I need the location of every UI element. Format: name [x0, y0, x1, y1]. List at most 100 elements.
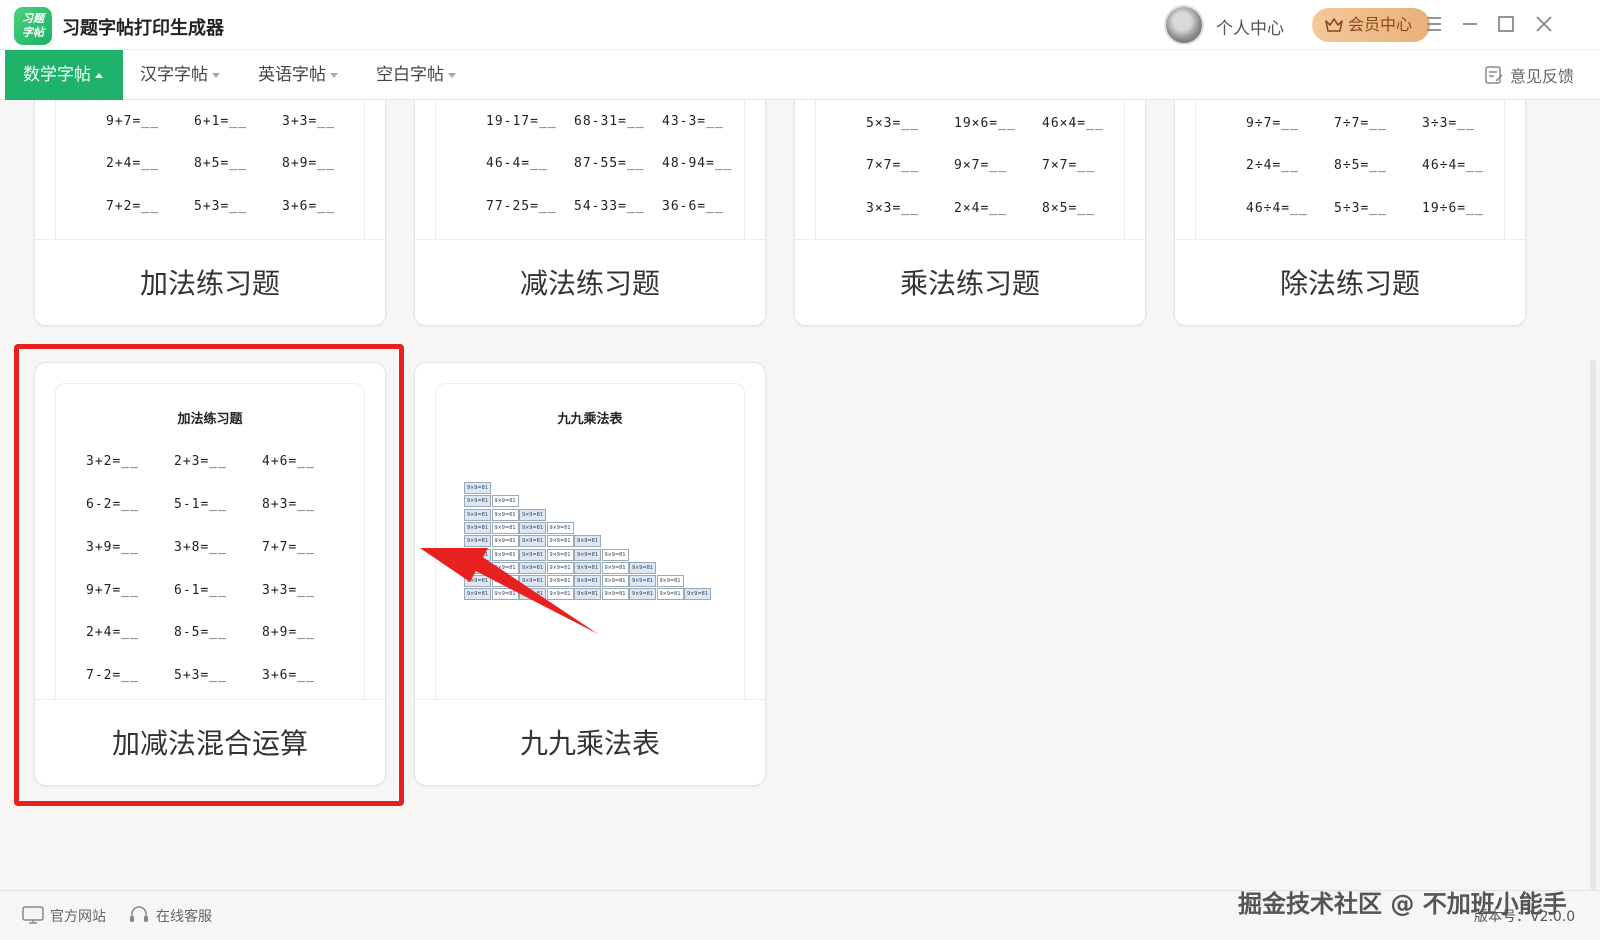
- sheet-title: 九九乘法表: [557, 412, 623, 427]
- problem-item: 9÷7=__: [1246, 116, 1299, 131]
- tab-chinese[interactable]: 汉字字帖: [140, 50, 220, 100]
- problem-item: 87-55=__: [574, 156, 645, 171]
- table-cell: 9×9=81: [464, 575, 491, 588]
- monitor-icon: [22, 906, 44, 924]
- problem-item: 19×6=__: [954, 116, 1016, 131]
- card-label: 九九乘法表: [519, 727, 660, 760]
- headset-icon: [130, 906, 148, 922]
- menu-button[interactable]: [1422, 12, 1446, 36]
- problem-item: 19÷6=__: [1422, 201, 1484, 216]
- card-multiplication[interactable]: 5×3=__ 19×6=__ 46×4=__ 7×7=__ 9×7=__ 7×7=__ 3×…: [794, 100, 1146, 326]
- tab-math[interactable]: 数学字帖: [5, 50, 123, 100]
- tab-math-label: 数学字帖: [23, 65, 91, 85]
- table-cell: 9×9=81: [464, 508, 491, 521]
- problem-item: 5+3=__: [194, 199, 247, 214]
- card-preview: 5×3=__ 19×6=__ 46×4=__ 7×7=__ 9×7=__ 7×7=__ 3×…: [815, 100, 1125, 240]
- problem-item: 9×7=__: [954, 158, 1007, 173]
- app-title: 习题字帖打印生成器: [62, 18, 224, 39]
- problem-item: 54-33=__: [574, 199, 645, 214]
- crown-icon: [1325, 18, 1343, 32]
- problem-item: 77-25=__: [486, 199, 557, 214]
- problem-item: 68-31=__: [574, 114, 645, 129]
- card-label: 减法练习题: [519, 267, 660, 300]
- avatar[interactable]: [1164, 5, 1204, 45]
- problem-item: 43-3=__: [662, 114, 724, 129]
- table-cell: 9×9=81: [491, 575, 519, 588]
- problem-item: 48-94=__: [662, 156, 733, 171]
- close-button[interactable]: [1532, 12, 1556, 36]
- official-website-link[interactable]: 官方网站: [22, 906, 106, 926]
- table-cell: 9×9=81: [464, 548, 491, 561]
- problem-item: 46-4=__: [486, 156, 548, 171]
- tab-english-label: 英语字帖: [258, 65, 326, 85]
- highlight-box: [14, 344, 404, 806]
- table-cell: 9×9=81: [464, 561, 491, 574]
- tab-blank-label: 空白字帖: [376, 65, 444, 85]
- problem-item: 19-17=__: [486, 114, 557, 129]
- table-cell: 9×9=81: [629, 588, 656, 601]
- table-cell: 9×9=81: [491, 508, 519, 521]
- table-cell: 9×9=81: [574, 535, 601, 548]
- problem-item: 8÷5=__: [1334, 158, 1387, 173]
- problem-item: 3+3=__: [282, 114, 335, 129]
- tab-blank[interactable]: 空白字帖: [376, 50, 456, 100]
- minimize-button[interactable]: [1458, 12, 1482, 36]
- card-label-area: 除法练习题: [1175, 239, 1525, 325]
- online-service-label: 在线客服: [156, 909, 212, 925]
- problem-item: 5÷3=__: [1334, 201, 1387, 216]
- table-cell: 9×9=81: [464, 521, 491, 534]
- table-cell: 9×9=81: [464, 535, 491, 548]
- vip-center-label: 会员中心: [1348, 15, 1413, 34]
- problem-item: 8+5=__: [194, 156, 247, 171]
- table-cell: 9×9=81: [629, 561, 656, 574]
- table-cell: 9×9=81: [601, 575, 629, 588]
- table-cell: 9×9=81: [491, 521, 519, 534]
- problem-item: 46÷4=__: [1422, 158, 1484, 173]
- caret-down-icon: [212, 72, 220, 78]
- vip-center-button[interactable]: 会员中心: [1312, 8, 1430, 42]
- close-icon: [1536, 16, 1552, 32]
- problem-item: 7+2=__: [106, 199, 159, 214]
- card-division[interactable]: 9÷7=__ 7÷7=__ 3÷3=__ 2÷4=__ 8÷5=__ 46÷4=__ 46÷…: [1174, 100, 1526, 326]
- table-cell: 9×9=81: [491, 535, 519, 548]
- problem-item: 46×4=__: [1042, 116, 1104, 131]
- feedback-button[interactable]: 意见反馈: [1484, 63, 1574, 87]
- table-cell: 9×9=81: [546, 548, 574, 561]
- table-cell: 9×9=81: [656, 575, 684, 588]
- problem-item: 7÷7=__: [1334, 116, 1387, 131]
- caret-up-icon: [95, 72, 103, 78]
- card-addition[interactable]: 9+7=__ 6+1=__ 3+3=__ 2+4=__ 8+5=__ 8+9=__ 7+2=…: [34, 100, 386, 326]
- menu-icon: [1427, 17, 1441, 31]
- problem-item: 5×3=__: [866, 116, 919, 131]
- card-preview: 9÷7=__ 7÷7=__ 3÷3=__ 2÷4=__ 8÷5=__ 46÷4=__ 46÷…: [1195, 100, 1505, 240]
- online-service-link[interactable]: 在线客服: [128, 906, 212, 926]
- personal-center-link[interactable]: 个人中心: [1216, 14, 1284, 39]
- card-subtraction[interactable]: 19-17=__ 68-31=__ 43-3=__ 46-4=__ 87-55=__ 48…: [414, 100, 766, 326]
- table-cell: 9×9=81: [684, 588, 711, 601]
- problem-item: 7×7=__: [866, 158, 919, 173]
- official-website-label: 官方网站: [50, 909, 106, 925]
- table-cell: 9×9=81: [656, 588, 684, 601]
- problem-item: 36-6=__: [662, 199, 724, 214]
- table-cell: 9×9=81: [519, 548, 546, 561]
- problem-item: 7×7=__: [1042, 158, 1095, 173]
- table-cell: 9×9=81: [546, 561, 574, 574]
- table-cell: 9×9=81: [546, 575, 574, 588]
- maximize-button[interactable]: [1494, 12, 1518, 36]
- table-cell: 9×9=81: [519, 508, 546, 521]
- card-multiplication-table[interactable]: 九九乘法表 9×9=81 9×9=81 9×9=81 9×9=81 9×9=81 9×9=…: [414, 362, 766, 786]
- table-cell: 9×9=81: [519, 561, 546, 574]
- problem-item: 2÷4=__: [1246, 158, 1299, 173]
- menu-bar: 数学字帖 汉字字帖 英语字帖 空白字帖 意见反馈: [0, 50, 1600, 100]
- feedback-icon: [1485, 66, 1503, 84]
- card-preview: 9+7=__ 6+1=__ 3+3=__ 2+4=__ 8+5=__ 8+9=__ 7+2=…: [55, 100, 365, 240]
- problem-item: 3×3=__: [866, 201, 919, 216]
- feedback-label: 意见反馈: [1510, 67, 1575, 86]
- table-cell: 9×9=81: [464, 482, 491, 494]
- app-logo: 习题 字帖: [14, 7, 52, 45]
- table-cell: 9×9=81: [574, 561, 601, 574]
- scrollbar[interactable]: [1590, 360, 1596, 890]
- table-cell: 9×9=81: [491, 588, 519, 601]
- table-cell: 9×9=81: [464, 495, 491, 508]
- tab-english[interactable]: 英语字帖: [258, 50, 338, 100]
